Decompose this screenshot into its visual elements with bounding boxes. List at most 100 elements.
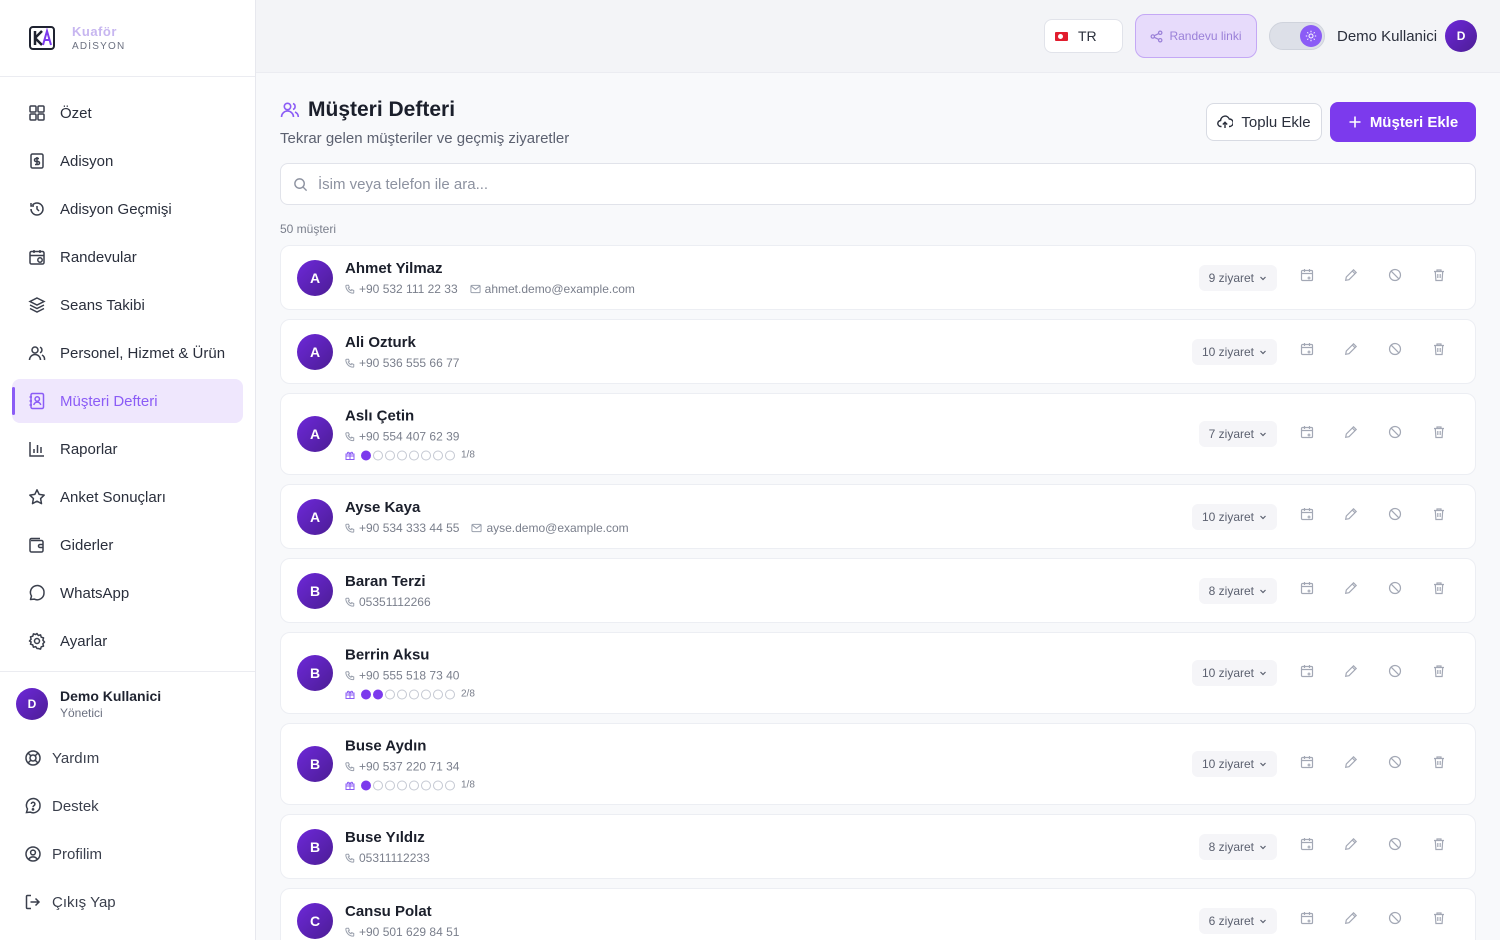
pencil-icon xyxy=(1344,425,1358,444)
sidebar-link-cikis[interactable]: Çıkış Yap xyxy=(24,878,116,926)
delete-button[interactable] xyxy=(1417,419,1461,449)
block-button[interactable] xyxy=(1373,502,1417,532)
new-appointment-button[interactable] xyxy=(1285,906,1329,936)
block-button[interactable] xyxy=(1373,419,1417,449)
sidebar-item-anket-sonuclari[interactable]: Anket Sonuçları xyxy=(12,475,243,519)
appointment-link-button[interactable]: Randevu linki xyxy=(1135,14,1257,58)
new-appointment-button[interactable] xyxy=(1285,502,1329,532)
edit-button[interactable] xyxy=(1329,263,1373,293)
edit-button[interactable] xyxy=(1329,576,1373,606)
delete-button[interactable] xyxy=(1417,832,1461,862)
list-item[interactable]: B Berrin Aksu +90 555 518 73 40 2/8 10 z… xyxy=(280,632,1476,714)
visits-dropdown[interactable]: 8 ziyaret xyxy=(1198,577,1277,604)
delete-button[interactable] xyxy=(1417,906,1461,936)
plus-icon xyxy=(1348,115,1362,129)
list-item[interactable]: A Ahmet Yilmaz +90 532 111 22 33 ahmet.d… xyxy=(280,245,1476,310)
edit-button[interactable] xyxy=(1329,419,1373,449)
visits-dropdown[interactable]: 10 ziyaret xyxy=(1191,503,1277,530)
sidebar-item-seans-takibi[interactable]: Seans Takibi xyxy=(12,283,243,327)
sidebar-item-raporlar[interactable]: Raporlar xyxy=(12,427,243,471)
list-item[interactable]: A Ayse Kaya +90 534 333 44 55 ayse.demo@… xyxy=(280,484,1476,549)
sidebar-item-label: WhatsApp xyxy=(60,584,130,602)
visits-label: 9 ziyaret xyxy=(1208,270,1254,285)
edit-button[interactable] xyxy=(1329,658,1373,688)
add-customer-button[interactable]: Müşteri Ekle xyxy=(1330,102,1476,142)
edit-button[interactable] xyxy=(1329,337,1373,367)
avatar: B xyxy=(297,828,333,865)
new-appointment-button[interactable] xyxy=(1285,419,1329,449)
block-button[interactable] xyxy=(1373,832,1417,862)
delete-button[interactable] xyxy=(1417,749,1461,779)
new-appointment-button[interactable] xyxy=(1285,832,1329,862)
sidebar-link-destek[interactable]: Destek xyxy=(24,782,116,830)
visits-label: 8 ziyaret xyxy=(1208,583,1254,598)
list-item[interactable]: B Baran Terzi 05351112266 8 ziyaret xyxy=(280,558,1476,623)
block-button[interactable] xyxy=(1373,337,1417,367)
avatar: A xyxy=(297,416,333,452)
sidebar-item-ayarlar[interactable]: Ayarlar xyxy=(12,619,243,663)
receipt-icon xyxy=(28,152,46,170)
customer-actions: 10 ziyaret xyxy=(1191,749,1475,779)
visits-dropdown[interactable]: 10 ziyaret xyxy=(1191,660,1277,686)
visits-dropdown[interactable]: 8 ziyaret xyxy=(1198,833,1277,860)
new-appointment-button[interactable] xyxy=(1285,576,1329,606)
topbar: TR Randevu linki Demo Kullanici D xyxy=(256,0,1500,73)
new-appointment-button[interactable] xyxy=(1285,749,1329,779)
customer-info: Cansu Polat +90 501 629 84 51 xyxy=(345,903,459,939)
block-button[interactable] xyxy=(1373,906,1417,936)
sidebar-item-personel[interactable]: Personel, Hizmet & Ürün xyxy=(12,331,243,375)
visits-dropdown[interactable]: 10 ziyaret xyxy=(1191,751,1277,777)
sidebar-link-yardim[interactable]: Yardım xyxy=(24,734,116,782)
sidebar-item-whatsapp[interactable]: WhatsApp xyxy=(12,571,243,615)
sidebar-link-profilim[interactable]: Profilim xyxy=(24,830,116,878)
delete-button[interactable] xyxy=(1417,337,1461,367)
edit-button[interactable] xyxy=(1329,832,1373,862)
visits-dropdown[interactable]: 6 ziyaret xyxy=(1198,907,1277,934)
list-item[interactable]: A Ali Ozturk +90 536 555 66 77 10 ziyare… xyxy=(280,319,1476,384)
bulk-add-button[interactable]: Toplu Ekle xyxy=(1206,103,1322,141)
edit-button[interactable] xyxy=(1329,749,1373,779)
list-item[interactable]: B Buse Aydın +90 537 220 71 34 1/8 10 zi… xyxy=(280,723,1476,805)
chevron-down-icon xyxy=(1259,513,1267,521)
language-selector[interactable]: TR xyxy=(1044,19,1123,53)
loyalty-dot-empty xyxy=(385,780,395,790)
sidebar-item-giderler[interactable]: Giderler xyxy=(12,523,243,567)
avatar: B xyxy=(297,746,333,782)
topbar-user-menu[interactable]: Demo Kullanici D xyxy=(1337,20,1478,52)
block-button[interactable] xyxy=(1373,658,1417,688)
sidebar-item-adisyon[interactable]: Adisyon xyxy=(12,139,243,183)
visits-dropdown[interactable]: 9 ziyaret xyxy=(1198,264,1277,291)
theme-toggle[interactable] xyxy=(1269,22,1325,50)
sidebar-item-musteri-defteri[interactable]: Müşteri Defteri xyxy=(12,379,243,423)
new-appointment-button[interactable] xyxy=(1285,263,1329,293)
delete-button[interactable] xyxy=(1417,502,1461,532)
chat-bubble-icon xyxy=(28,584,46,602)
search-input[interactable] xyxy=(318,175,1418,193)
search-bar xyxy=(280,163,1476,205)
brand[interactable]: Kuaför ADİSYON xyxy=(0,0,255,77)
list-item[interactable]: C Cansu Polat +90 501 629 84 51 6 ziyare… xyxy=(280,888,1476,940)
sidebar-item-ozet[interactable]: Özet xyxy=(12,91,243,135)
new-appointment-button[interactable] xyxy=(1285,337,1329,367)
customer-name: Buse Aydın xyxy=(345,737,427,755)
visits-dropdown[interactable]: 10 ziyaret xyxy=(1191,338,1277,365)
edit-button[interactable] xyxy=(1329,906,1373,936)
sidebar-item-randevular[interactable]: Randevular xyxy=(12,235,243,279)
visits-dropdown[interactable]: 7 ziyaret xyxy=(1198,421,1277,447)
loyalty-count: 2/8 xyxy=(461,688,475,700)
loyalty-dot-empty xyxy=(445,689,455,699)
delete-button[interactable] xyxy=(1417,658,1461,688)
chevron-down-icon xyxy=(1259,917,1267,925)
sidebar-user[interactable]: D Demo Kullanici Yönetici xyxy=(16,688,161,720)
list-item[interactable]: B Buse Yıldız 05311112233 8 ziyaret xyxy=(280,814,1476,879)
customer-name: Buse Yıldız xyxy=(345,828,425,846)
list-item[interactable]: A Aslı Çetin +90 554 407 62 39 1/8 7 ziy… xyxy=(280,393,1476,475)
delete-button[interactable] xyxy=(1417,576,1461,606)
block-button[interactable] xyxy=(1373,263,1417,293)
block-button[interactable] xyxy=(1373,749,1417,779)
block-button[interactable] xyxy=(1373,576,1417,606)
sidebar-item-adisyon-gecmisi[interactable]: Adisyon Geçmişi xyxy=(12,187,243,231)
delete-button[interactable] xyxy=(1417,263,1461,293)
edit-button[interactable] xyxy=(1329,502,1373,532)
new-appointment-button[interactable] xyxy=(1285,658,1329,688)
